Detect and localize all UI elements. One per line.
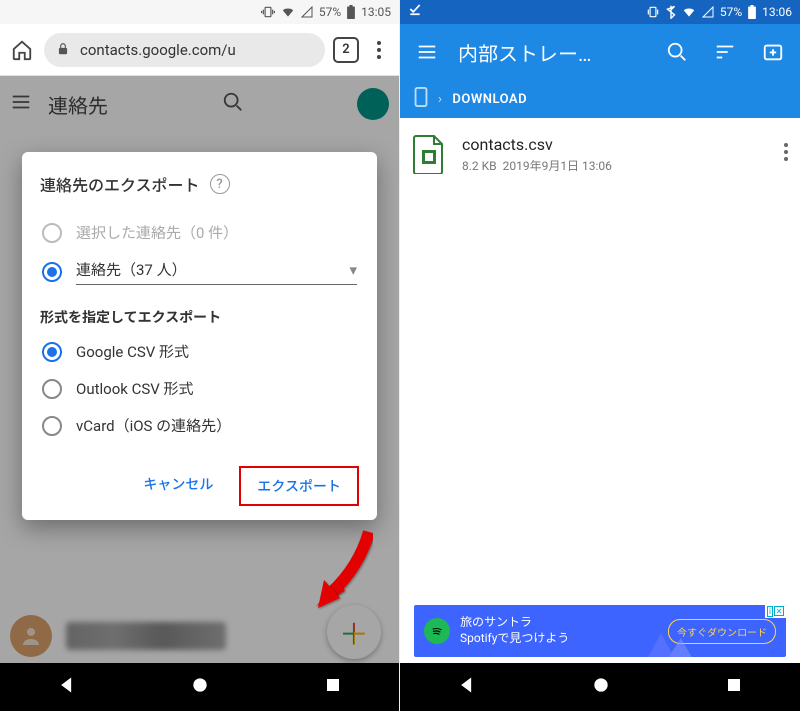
ad-line2: Spotifyで見つけよう	[460, 631, 569, 647]
clock: 13:05	[361, 5, 391, 19]
battery-icon	[748, 5, 756, 19]
chevron-down-icon: ▾	[349, 261, 357, 279]
nav-recent-icon[interactable]	[324, 676, 342, 698]
hamburger-icon[interactable]	[410, 41, 444, 63]
battery-pct: 57%	[720, 5, 742, 19]
format-outlook-csv-label: Outlook CSV 形式	[76, 378, 194, 399]
nav-home-icon[interactable]	[190, 675, 210, 699]
breadcrumb[interactable]: › DOWNLOAD	[400, 80, 800, 118]
export-button[interactable]: エクスポート	[239, 466, 359, 506]
search-icon[interactable]	[660, 41, 694, 63]
nav-back-icon[interactable]	[57, 675, 77, 699]
clock: 13:06	[762, 5, 792, 19]
radio-icon	[42, 342, 62, 362]
source-selected-label: 選択した連絡先（0 件）	[76, 222, 238, 243]
ad-line1: 旅のサントラ	[460, 615, 569, 631]
bluetooth-icon	[666, 5, 676, 19]
format-outlook-csv[interactable]: Outlook CSV 形式	[40, 370, 359, 407]
contacts-dropdown-label: 連絡先（37 人）	[76, 259, 187, 280]
url-bar[interactable]: contacts.google.com/u	[44, 33, 325, 67]
vibrate-icon	[646, 5, 660, 19]
cancel-button[interactable]: キャンセル	[127, 466, 229, 506]
app-title: 内部ストレー…	[458, 38, 646, 67]
ad-badge[interactable]: i✕	[765, 605, 786, 618]
csv-file-icon	[412, 134, 446, 174]
file-date: 2019年9月1日 13:06	[503, 159, 612, 173]
radio-icon	[42, 223, 62, 243]
browser-menu-icon[interactable]	[367, 41, 391, 59]
source-selected-contacts: 選択した連絡先（0 件）	[40, 214, 359, 251]
status-bar-left: 57% 13:05	[0, 0, 399, 24]
format-section-label: 形式を指定してエクスポート	[40, 307, 359, 327]
nav-recent-icon[interactable]	[725, 676, 743, 698]
format-google-csv-label: Google CSV 形式	[76, 341, 189, 362]
phone-storage-icon	[414, 87, 428, 111]
file-row[interactable]: contacts.csv 8.2 KB 2019年9月1日 13:06	[400, 118, 800, 190]
help-icon[interactable]: ?	[210, 174, 230, 194]
format-google-csv[interactable]: Google CSV 形式	[40, 333, 359, 370]
radio-icon	[42, 379, 62, 399]
spotify-icon	[424, 618, 450, 644]
browser-bar: contacts.google.com/u 2	[0, 24, 399, 76]
tab-switcher[interactable]: 2	[333, 37, 359, 63]
file-size: 8.2 KB	[462, 159, 497, 173]
url-text: contacts.google.com/u	[80, 41, 236, 59]
wifi-icon	[281, 5, 295, 19]
download-done-icon	[408, 2, 422, 19]
export-dialog: 連絡先のエクスポート ? 選択した連絡先（0 件） 連絡先（37 人） ▾ 形式…	[22, 152, 377, 520]
status-bar-right: 57% 13:06	[400, 0, 800, 24]
battery-icon	[347, 5, 355, 19]
ad-banner[interactable]: 旅のサントラ Spotifyで見つけよう 今すぐダウンロード i✕	[414, 605, 786, 657]
source-all-contacts[interactable]: 連絡先（37 人） ▾	[40, 251, 359, 293]
file-more-icon[interactable]	[784, 143, 788, 165]
filemanager-toolbar: 内部ストレー…	[400, 24, 800, 80]
android-nav-right	[400, 663, 800, 711]
nav-home-icon[interactable]	[591, 675, 611, 699]
dialog-title: 連絡先のエクスポート	[40, 172, 200, 196]
new-folder-icon[interactable]	[756, 41, 790, 63]
home-icon[interactable]	[8, 36, 36, 64]
battery-pct: 57%	[319, 5, 341, 19]
radio-icon	[42, 262, 62, 282]
chevron-right-icon: ›	[438, 92, 442, 107]
radio-icon	[42, 416, 62, 436]
format-vcard[interactable]: vCard（iOS の連絡先）	[40, 407, 359, 444]
android-nav-left	[0, 663, 399, 711]
signal-icon	[702, 6, 714, 18]
format-vcard-label: vCard（iOS の連絡先）	[76, 415, 231, 436]
signal-icon	[301, 6, 313, 18]
nav-back-icon[interactable]	[457, 675, 477, 699]
ad-decor-icon	[636, 623, 696, 657]
breadcrumb-folder: DOWNLOAD	[452, 92, 527, 107]
lock-icon	[56, 42, 72, 58]
sort-icon[interactable]	[708, 41, 742, 63]
file-name: contacts.csv	[462, 135, 612, 154]
wifi-icon	[682, 5, 696, 19]
vibrate-icon	[261, 5, 275, 19]
